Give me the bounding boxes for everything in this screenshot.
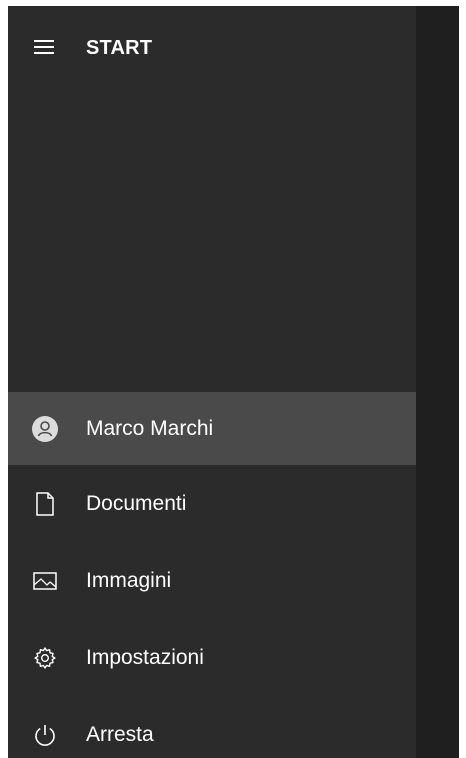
nav-item-label: Arresta xyxy=(86,722,154,746)
image-icon xyxy=(32,568,58,594)
hamburger-icon xyxy=(34,40,54,54)
hamburger-menu-button[interactable] xyxy=(24,27,70,67)
nav-item-impostazioni[interactable]: Impostazioni xyxy=(8,619,416,696)
nav-item-documenti[interactable]: Documenti xyxy=(8,465,416,542)
start-title: START xyxy=(86,37,153,59)
nav-item-user[interactable]: Marco Marchi xyxy=(8,392,416,465)
nav-item-label: Impostazioni xyxy=(86,645,204,669)
start-nav-list: Marco Marchi Documenti Immagini Impostaz… xyxy=(8,392,416,758)
start-menu-screen: START Marco Marchi Documenti Immagini Im… xyxy=(0,0,466,758)
start-header: START xyxy=(8,6,416,86)
nav-item-label: Documenti xyxy=(86,491,187,515)
nav-item-immagini[interactable]: Immagini xyxy=(8,542,416,619)
power-icon xyxy=(32,722,58,748)
gear-icon xyxy=(32,645,58,671)
document-icon xyxy=(32,491,58,517)
nav-item-arresta[interactable]: Arresta xyxy=(8,696,416,758)
nav-item-label: Marco Marchi xyxy=(86,416,214,440)
start-tiles-area xyxy=(416,6,459,758)
start-panel: START Marco Marchi Documenti Immagini Im… xyxy=(8,6,416,758)
nav-item-label: Immagini xyxy=(86,568,172,592)
user-avatar-icon xyxy=(32,415,58,442)
